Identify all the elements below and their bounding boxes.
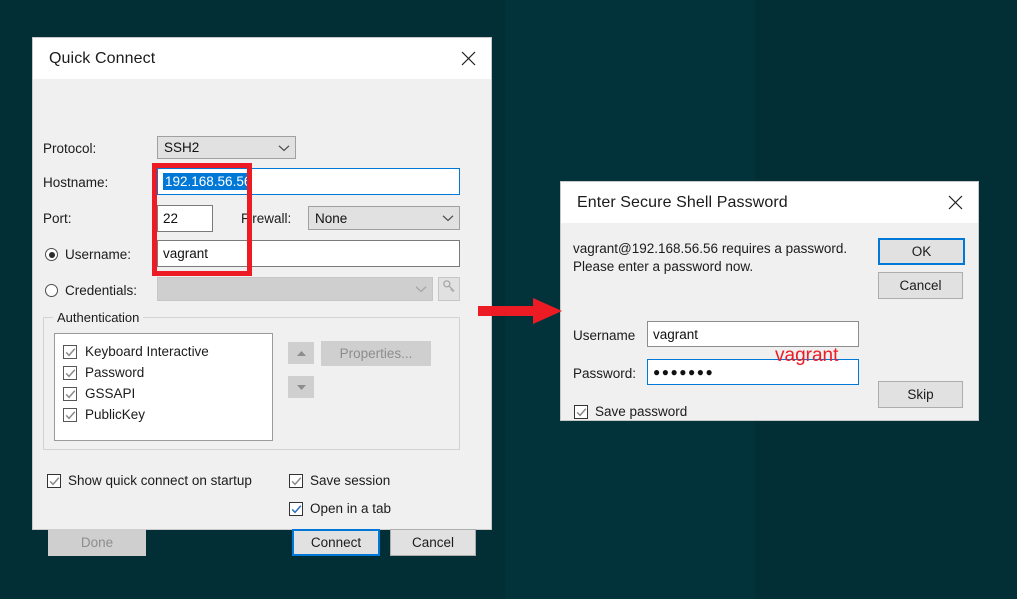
list-item[interactable]: PublicKey — [63, 404, 272, 425]
port-input[interactable]: 22 — [157, 205, 213, 232]
right-arrow-icon — [478, 295, 563, 332]
firewall-label: Firewall: — [241, 211, 292, 226]
authentication-list[interactable]: Keyboard Interactive Password GSSAPI Pub… — [54, 333, 273, 441]
chevron-down-icon — [273, 144, 295, 152]
auth-checkbox[interactable] — [63, 386, 77, 401]
username-radio-row[interactable]: Username: — [45, 247, 131, 262]
connect-label: Connect — [310, 535, 362, 550]
close-icon[interactable] — [933, 182, 978, 223]
open-in-tab-checkbox[interactable] — [289, 501, 303, 516]
password-cancel-button[interactable]: Cancel — [878, 272, 963, 299]
hostname-value: 192.168.56.56 — [163, 173, 253, 190]
credentials-radio-row[interactable]: Credentials: — [45, 283, 137, 298]
auth-label: Keyboard Interactive — [85, 344, 209, 359]
username-label: Username: — [65, 247, 132, 262]
auth-checkbox[interactable] — [63, 365, 77, 380]
password-dialog-titlebar: Enter Secure Shell Password — [561, 182, 978, 223]
ok-label: OK — [911, 244, 932, 259]
skip-button[interactable]: Skip — [878, 381, 963, 408]
show-quick-connect-row[interactable]: Show quick connect on startup — [47, 473, 252, 488]
arrow-up-icon — [296, 344, 307, 362]
protocol-select[interactable]: SSH2 — [157, 136, 296, 159]
show-quick-connect-label: Show quick connect on startup — [68, 473, 252, 488]
cancel-button[interactable]: Cancel — [390, 529, 476, 556]
firewall-select[interactable]: None — [308, 206, 460, 230]
arrow-down-icon — [296, 378, 307, 396]
quick-connect-body: Protocol: SSH2 Hostname: 192.168.56.56 P… — [33, 79, 491, 556]
password-message: vagrant@192.168.56.56 requires a passwor… — [573, 240, 847, 276]
skip-label: Skip — [907, 387, 934, 402]
hostname-label: Hostname: — [43, 175, 109, 190]
list-item[interactable]: Keyboard Interactive — [63, 341, 272, 362]
username-radio[interactable] — [45, 248, 58, 261]
password-dialog-body: vagrant@192.168.56.56 requires a passwor… — [561, 223, 978, 420]
open-in-tab-label: Open in a tab — [310, 501, 392, 516]
properties-button: Properties... — [321, 341, 431, 366]
save-session-row[interactable]: Save session — [289, 473, 390, 488]
ok-button[interactable]: OK — [878, 238, 965, 265]
move-up-button[interactable] — [288, 342, 314, 364]
done-button: Done — [48, 529, 146, 556]
password-username-value: vagrant — [653, 326, 699, 342]
list-item[interactable]: Password — [63, 362, 272, 383]
auth-label: Password — [85, 365, 145, 380]
auth-label: GSSAPI — [85, 386, 136, 401]
save-session-checkbox[interactable] — [289, 473, 303, 488]
port-value: 22 — [163, 211, 179, 226]
password-annotation: vagrant — [775, 345, 839, 366]
done-label: Done — [80, 535, 114, 550]
protocol-value: SSH2 — [164, 140, 200, 155]
quick-connect-titlebar: Quick Connect — [33, 38, 491, 79]
password-message-line1: vagrant@192.168.56.56 requires a passwor… — [573, 241, 848, 256]
firewall-value: None — [315, 210, 348, 226]
save-password-label: Save password — [595, 404, 688, 419]
username-input[interactable]: vagrant — [157, 240, 460, 267]
close-icon[interactable] — [446, 38, 491, 79]
password-value: ●●●●●●● — [653, 365, 715, 379]
authentication-title: Authentication — [53, 310, 144, 325]
password-cancel-label: Cancel — [899, 278, 942, 293]
cancel-label: Cancel — [411, 535, 455, 550]
password-label: Password: — [573, 366, 637, 381]
port-label: Port: — [43, 211, 72, 226]
credentials-label: Credentials: — [65, 283, 138, 298]
protocol-label: Protocol: — [43, 141, 97, 156]
open-in-tab-row[interactable]: Open in a tab — [289, 501, 391, 516]
password-dialog: Enter Secure Shell Password vagrant@192.… — [561, 182, 978, 420]
hostname-input[interactable]: 192.168.56.56 — [157, 168, 460, 195]
save-session-label: Save session — [310, 473, 391, 488]
credentials-radio[interactable] — [45, 284, 58, 297]
username-value: vagrant — [163, 246, 209, 261]
credentials-select — [157, 277, 433, 301]
save-password-checkbox[interactable] — [574, 404, 588, 419]
properties-label: Properties... — [339, 346, 413, 361]
save-password-row[interactable]: Save password — [574, 404, 687, 419]
quick-connect-title: Quick Connect — [49, 49, 156, 67]
auth-label: PublicKey — [85, 407, 146, 422]
connect-button[interactable]: Connect — [292, 529, 380, 556]
show-quick-connect-checkbox[interactable] — [47, 473, 61, 488]
password-username-input[interactable]: vagrant — [647, 321, 859, 347]
chevron-down-icon — [410, 285, 432, 293]
password-username-label: Username — [573, 328, 636, 343]
chevron-down-icon — [437, 214, 459, 222]
quick-connect-dialog: Quick Connect Protocol: SSH2 Hostname: 1… — [33, 38, 491, 556]
list-item[interactable]: GSSAPI — [63, 383, 272, 404]
auth-checkbox[interactable] — [63, 344, 77, 359]
desktop-background: Quick Connect Protocol: SSH2 Hostname: 1… — [0, 0, 1017, 599]
key-icon — [442, 279, 457, 299]
password-dialog-title: Enter Secure Shell Password — [577, 193, 788, 211]
auth-checkbox[interactable] — [63, 407, 77, 422]
password-message-line2: Please enter a password now. — [573, 259, 754, 274]
key-icon-button[interactable] — [438, 277, 460, 301]
move-down-button[interactable] — [288, 376, 314, 398]
